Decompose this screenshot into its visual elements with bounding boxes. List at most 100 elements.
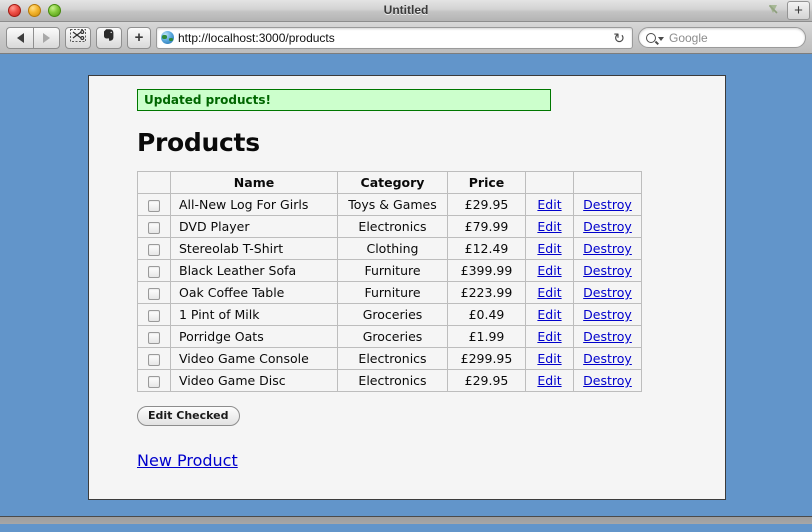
table-row: Video Game Console Electronics £299.95 Edit… <box>137 347 642 370</box>
scissors-clip-icon <box>70 28 86 47</box>
cell-destroy: Destroy <box>573 347 642 370</box>
edit-link[interactable]: Edit <box>537 241 561 256</box>
row-checkbox[interactable] <box>148 309 160 322</box>
add-bookmark-button[interactable]: + <box>127 26 151 49</box>
row-checkbox-cell <box>137 325 171 348</box>
address-bar[interactable]: http://localhost:3000/products ↻ <box>156 26 633 49</box>
edit-link[interactable]: Edit <box>537 219 561 234</box>
row-checkbox[interactable] <box>148 353 160 366</box>
cell-edit: Edit <box>525 303 574 326</box>
edit-link[interactable]: Edit <box>537 351 561 366</box>
search-icon <box>646 32 656 43</box>
row-checkbox-cell <box>137 259 171 282</box>
cell-price: £223.99 <box>447 281 526 304</box>
table-row: DVD Player Electronics £79.99 Edit Destroy <box>137 215 642 238</box>
chevron-down-icon[interactable] <box>658 37 664 41</box>
window-bottom-edge <box>0 516 812 524</box>
new-tab-button[interactable]: + <box>787 1 810 20</box>
destroy-link[interactable]: Destroy <box>583 219 632 234</box>
reload-icon[interactable]: ↻ <box>610 31 628 45</box>
column-header-destroy <box>573 171 642 194</box>
row-checkbox[interactable] <box>148 221 160 234</box>
titlebar-right-controls: + <box>766 1 810 20</box>
edit-link[interactable]: Edit <box>537 197 561 212</box>
destroy-link[interactable]: Destroy <box>583 307 632 322</box>
edit-link[interactable]: Edit <box>537 373 561 388</box>
cell-price: £1.99 <box>447 325 526 348</box>
destroy-link[interactable]: Destroy <box>583 351 632 366</box>
cell-edit: Edit <box>525 259 574 282</box>
globe-favicon-icon <box>161 31 174 44</box>
cell-category: Furniture <box>337 259 448 282</box>
page-title: Products <box>137 128 260 157</box>
forward-arrow-icon <box>43 32 50 43</box>
row-checkbox[interactable] <box>148 243 160 256</box>
destroy-link[interactable]: Destroy <box>583 329 632 344</box>
row-checkbox[interactable] <box>148 265 160 278</box>
destroy-link[interactable]: Destroy <box>583 241 632 256</box>
cell-category: Groceries <box>337 303 448 326</box>
cell-price: £399.99 <box>447 259 526 282</box>
row-checkbox-cell <box>137 369 171 392</box>
web-clipper-button[interactable] <box>65 26 91 49</box>
cell-price: £12.49 <box>447 237 526 260</box>
cell-price: £0.49 <box>447 303 526 326</box>
cell-destroy: Destroy <box>573 237 642 260</box>
cell-edit: Edit <box>525 281 574 304</box>
forward-button[interactable] <box>33 26 60 49</box>
edit-link[interactable]: Edit <box>537 263 561 278</box>
table-row: Stereolab T-Shirt Clothing £12.49 Edit Destr… <box>137 237 642 260</box>
cell-price: £29.95 <box>447 369 526 392</box>
row-checkbox[interactable] <box>148 287 160 300</box>
row-checkbox-cell <box>137 303 171 326</box>
cell-edit: Edit <box>525 325 574 348</box>
address-bar-url[interactable]: http://localhost:3000/products <box>178 31 610 45</box>
cell-name: Video Game Console <box>170 347 338 370</box>
back-button[interactable] <box>6 26 33 49</box>
search-placeholder: Google <box>669 30 708 45</box>
destroy-link[interactable]: Destroy <box>583 373 632 388</box>
row-checkbox-cell <box>137 215 171 238</box>
navigation-button-group <box>6 26 60 49</box>
cell-destroy: Destroy <box>573 303 642 326</box>
cell-name: Black Leather Sofa <box>170 259 338 282</box>
cell-destroy: Destroy <box>573 215 642 238</box>
table-row: Oak Coffee Table Furniture £223.99 Edit Dest… <box>137 281 642 304</box>
new-product-link[interactable]: New Product <box>137 451 238 470</box>
table-row: Porridge Oats Groceries £1.99 Edit Destroy <box>137 325 642 348</box>
cell-category: Electronics <box>337 369 448 392</box>
page-content-area: Updated products! Products Name Category… <box>88 75 726 500</box>
destroy-link[interactable]: Destroy <box>583 263 632 278</box>
products-table: Name Category Price All-New Log For Girl… <box>137 171 642 392</box>
window-title: Untitled <box>383 3 429 17</box>
edit-link[interactable]: Edit <box>537 329 561 344</box>
evernote-button[interactable] <box>96 26 122 49</box>
destroy-link[interactable]: Destroy <box>583 197 632 212</box>
browser-toolbar: + http://localhost:3000/products ↻ Googl… <box>0 22 812 54</box>
cell-name: 1 Pint of Milk <box>170 303 338 326</box>
row-checkbox[interactable] <box>148 199 160 212</box>
cell-category: Clothing <box>337 237 448 260</box>
cell-price: £79.99 <box>447 215 526 238</box>
edit-link[interactable]: Edit <box>537 285 561 300</box>
column-header-price: Price <box>447 171 526 194</box>
cell-name: Stereolab T-Shirt <box>170 237 338 260</box>
column-header-edit <box>525 171 574 194</box>
search-field[interactable]: Google <box>638 27 806 48</box>
row-checkbox-cell <box>137 237 171 260</box>
table-header-row: Name Category Price <box>137 171 642 194</box>
cell-edit: Edit <box>525 369 574 392</box>
cell-name: All-New Log For Girls <box>170 193 338 216</box>
edit-checked-button[interactable]: Edit Checked <box>137 406 240 427</box>
cell-category: Electronics <box>337 215 448 238</box>
toolbar-toggle-icon[interactable] <box>766 2 784 20</box>
row-checkbox[interactable] <box>148 375 160 388</box>
edit-link[interactable]: Edit <box>537 307 561 322</box>
row-checkbox[interactable] <box>148 331 160 344</box>
cell-edit: Edit <box>525 347 574 370</box>
table-row: Black Leather Sofa Furniture £399.99 Edit De… <box>137 259 642 282</box>
table-row: Video Game Disc Electronics £29.95 Edit Dest… <box>137 369 642 392</box>
destroy-link[interactable]: Destroy <box>583 285 632 300</box>
row-checkbox-cell <box>137 193 171 216</box>
cell-destroy: Destroy <box>573 193 642 216</box>
